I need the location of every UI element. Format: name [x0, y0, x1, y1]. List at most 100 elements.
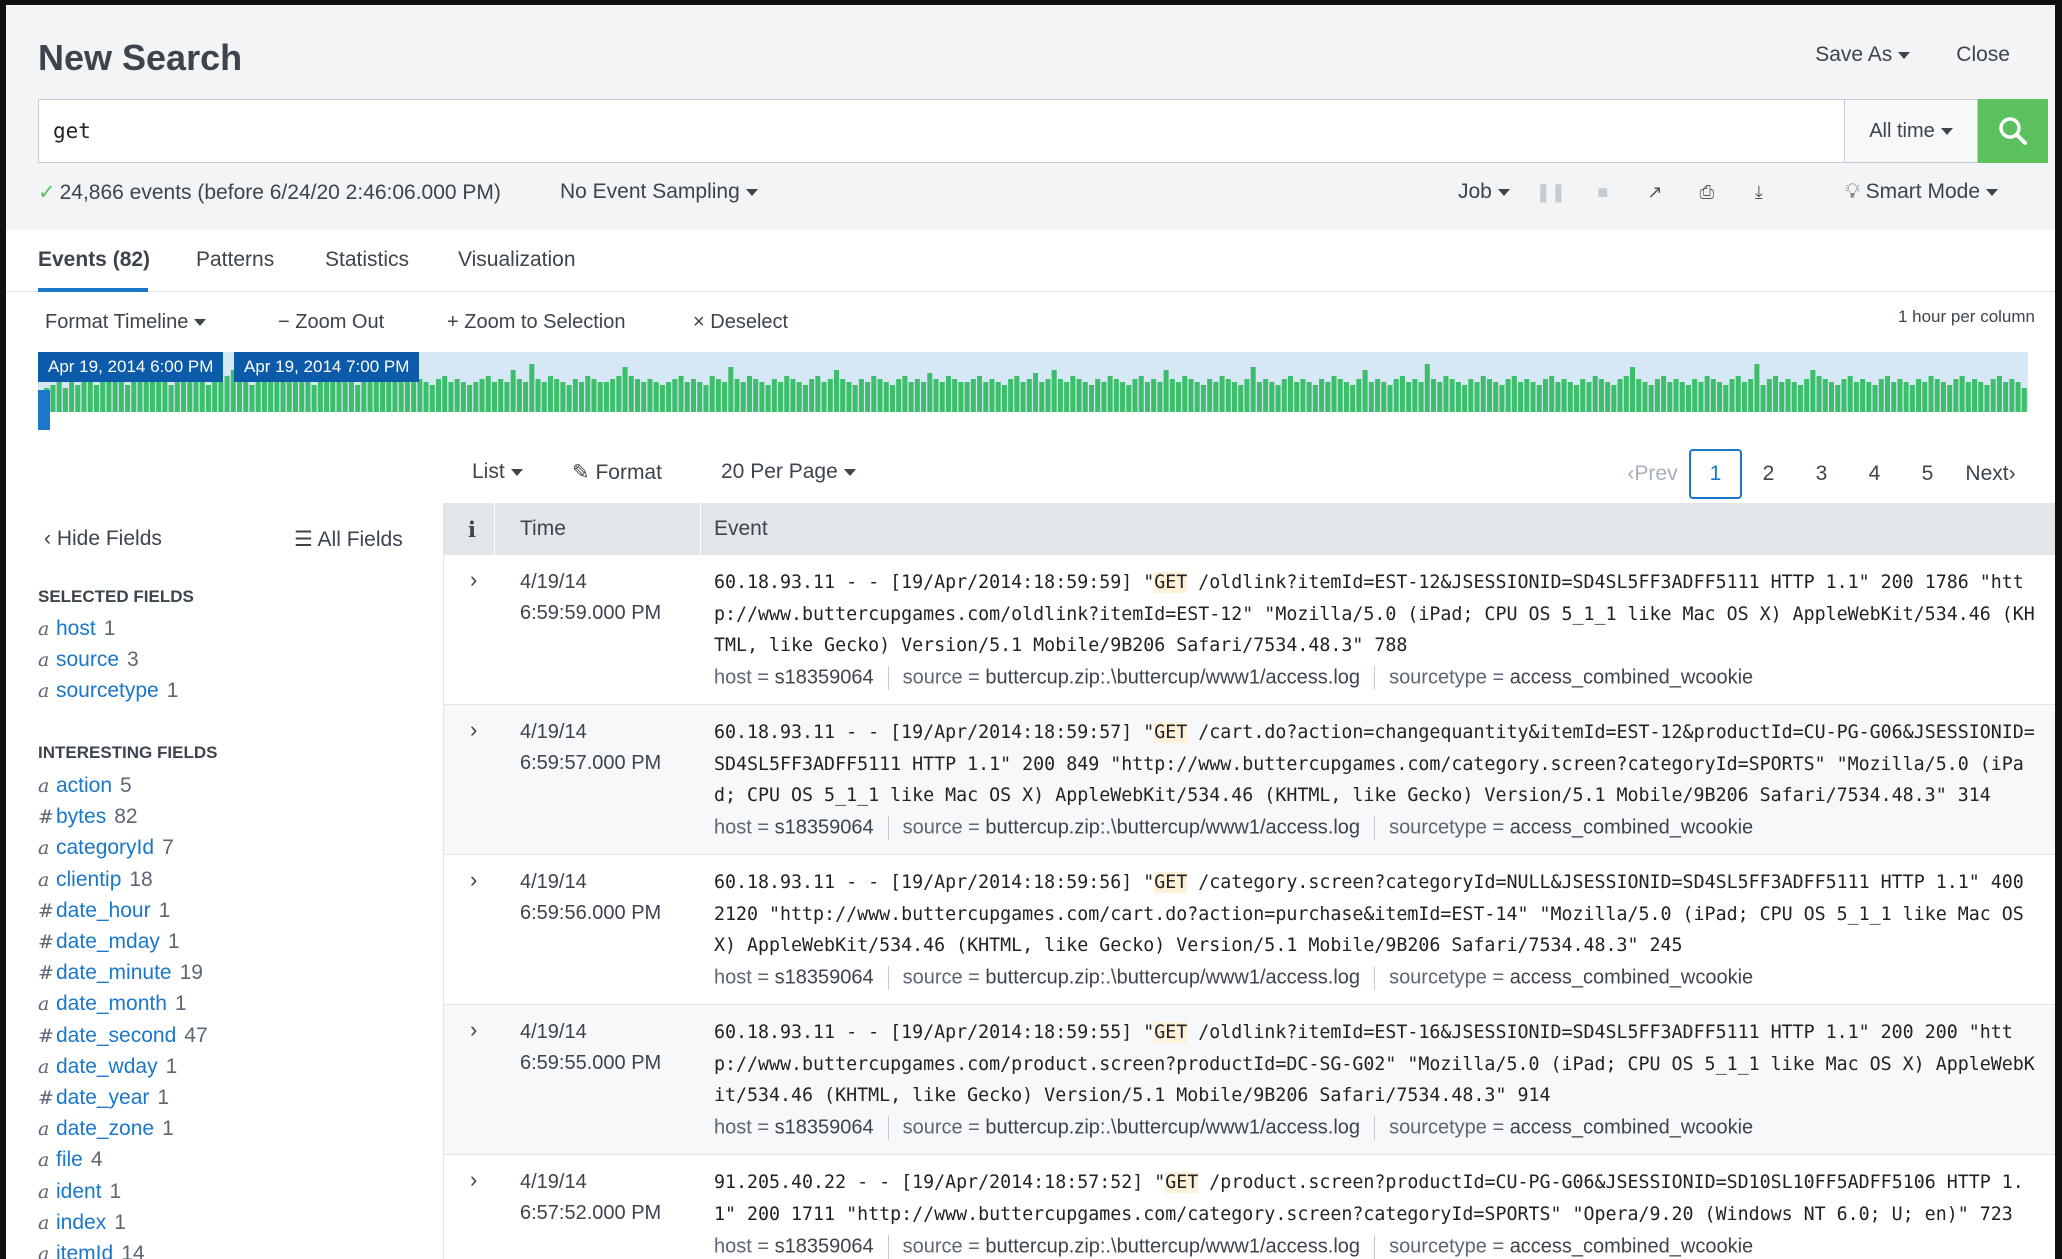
- zoom-out-button[interactable]: − Zoom Out: [278, 311, 384, 334]
- histogram-bar[interactable]: [2009, 379, 2015, 412]
- histogram-bar[interactable]: [1617, 379, 1623, 412]
- histogram-bar[interactable]: [1113, 379, 1119, 412]
- histogram-bar[interactable]: [852, 385, 858, 412]
- histogram-bar[interactable]: [591, 379, 597, 412]
- sourcetype-value[interactable]: access_combined_wcookie: [1510, 1116, 1753, 1138]
- histogram-bar[interactable]: [560, 382, 566, 412]
- histogram-bar[interactable]: [1207, 379, 1213, 412]
- histogram-bar[interactable]: [243, 382, 249, 412]
- histogram-bar[interactable]: [846, 382, 852, 412]
- source-value[interactable]: buttercup.zip:.\buttercup/www1/access.lo…: [985, 1116, 1360, 1138]
- histogram-bar[interactable]: [1325, 382, 1331, 412]
- histogram-bar[interactable]: [1437, 382, 1443, 412]
- histogram-bar[interactable]: [1673, 379, 1679, 412]
- histogram-bar[interactable]: [1592, 376, 1598, 412]
- search-term-highlight[interactable]: GET: [1154, 572, 1188, 593]
- histogram-bar[interactable]: [1785, 379, 1791, 412]
- sourcetype-value[interactable]: access_combined_wcookie: [1510, 966, 1753, 988]
- print-icon[interactable]: ⎙: [1696, 181, 1718, 203]
- histogram-bar[interactable]: [523, 382, 529, 412]
- histogram-bar[interactable]: [647, 379, 653, 412]
- histogram-bar[interactable]: [1356, 379, 1362, 412]
- histogram-bar[interactable]: [411, 382, 417, 412]
- tab-events[interactable]: Events (82): [38, 248, 150, 272]
- histogram-bar[interactable]: [1182, 376, 1188, 412]
- host-value[interactable]: s18359064: [775, 1116, 874, 1138]
- histogram-bar[interactable]: [1014, 376, 1020, 412]
- histogram-bar[interactable]: [1499, 385, 1505, 412]
- histogram-bar[interactable]: [1263, 379, 1269, 412]
- tab-statistics[interactable]: Statistics: [325, 248, 409, 272]
- histogram-bar[interactable]: [1008, 379, 1014, 412]
- stop-icon[interactable]: ■: [1592, 181, 1614, 203]
- histogram-bar[interactable]: [641, 382, 647, 412]
- histogram-bar[interactable]: [1107, 376, 1113, 412]
- histogram-bar[interactable]: [547, 376, 553, 412]
- histogram-bar[interactable]: [1200, 385, 1206, 412]
- histogram-bar[interactable]: [628, 376, 634, 412]
- histogram-bar[interactable]: [168, 385, 174, 412]
- histogram-bar[interactable]: [989, 379, 995, 412]
- tab-patterns[interactable]: Patterns: [196, 248, 274, 272]
- histogram-bar[interactable]: [1959, 376, 1965, 412]
- histogram-bar[interactable]: [865, 382, 871, 412]
- histogram-bar[interactable]: [1455, 382, 1461, 412]
- timeline-histogram[interactable]: Apr 19, 2014 6:00 PM Apr 19, 2014 7:00 P…: [38, 352, 2028, 430]
- histogram-bar[interactable]: [498, 379, 504, 412]
- histogram-bar[interactable]: [635, 379, 641, 412]
- histogram-bar[interactable]: [1990, 379, 1996, 412]
- histogram-bar[interactable]: [933, 379, 939, 412]
- histogram-bar[interactable]: [983, 382, 989, 412]
- histogram-bar[interactable]: [1822, 379, 1828, 412]
- histogram-bar[interactable]: [1996, 376, 2002, 412]
- histogram-bar[interactable]: [479, 379, 485, 412]
- field-date-minute[interactable]: #date_minute 19: [38, 961, 203, 985]
- host-value[interactable]: s18359064: [775, 1235, 874, 1257]
- histogram-bar[interactable]: [1698, 382, 1704, 412]
- histogram-bar[interactable]: [809, 379, 815, 412]
- histogram-bar[interactable]: [877, 379, 883, 412]
- histogram-bar[interactable]: [1225, 379, 1231, 412]
- pause-icon[interactable]: ❚❚: [1536, 181, 1566, 203]
- histogram-bar[interactable]: [442, 376, 448, 412]
- histogram-bar[interactable]: [566, 385, 572, 412]
- histogram-bar[interactable]: [1095, 379, 1101, 412]
- field-host[interactable]: a host 1: [38, 617, 115, 641]
- histogram-bar[interactable]: [678, 376, 684, 412]
- histogram-bar[interactable]: [311, 385, 317, 412]
- histogram-bar[interactable]: [1126, 385, 1132, 412]
- histogram-bar[interactable]: [1754, 364, 1760, 412]
- histogram-bar[interactable]: [834, 370, 840, 412]
- histogram-bar[interactable]: [1860, 379, 1866, 412]
- histogram-bar[interactable]: [199, 382, 205, 412]
- host-value[interactable]: s18359064: [775, 666, 874, 688]
- histogram-bar[interactable]: [1866, 382, 1872, 412]
- field-date-hour[interactable]: #date_hour 1: [38, 899, 170, 923]
- histogram-bar[interactable]: [205, 385, 211, 412]
- histogram-bar[interactable]: [317, 379, 323, 412]
- histogram-bar[interactable]: [1835, 385, 1841, 412]
- histogram-bar[interactable]: [1847, 376, 1853, 412]
- histogram-bar[interactable]: [1393, 379, 1399, 412]
- histogram-bar[interactable]: [181, 382, 187, 412]
- histogram-bar[interactable]: [1418, 382, 1424, 412]
- histogram-bar[interactable]: [970, 379, 976, 412]
- histogram-bar[interactable]: [429, 385, 435, 412]
- histogram-bar[interactable]: [1144, 382, 1150, 412]
- histogram-bar[interactable]: [1244, 379, 1250, 412]
- histogram-bar[interactable]: [1138, 376, 1144, 412]
- histogram-bar[interactable]: [1685, 385, 1691, 412]
- histogram-bar[interactable]: [423, 382, 429, 412]
- histogram-bar[interactable]: [75, 385, 81, 412]
- timeline-selection-handle[interactable]: [38, 390, 50, 430]
- histogram-bar[interactable]: [703, 385, 709, 412]
- histogram-bar[interactable]: [143, 382, 149, 412]
- histogram-bar[interactable]: [1176, 382, 1182, 412]
- histogram-bar[interactable]: [255, 379, 261, 412]
- histogram-bar[interactable]: [292, 379, 298, 412]
- histogram-bar[interactable]: [1088, 385, 1094, 412]
- histogram-bar[interactable]: [1350, 385, 1356, 412]
- field-ident[interactable]: a ident 1: [38, 1180, 121, 1204]
- histogram-bar[interactable]: [1064, 382, 1070, 412]
- histogram-bar[interactable]: [504, 382, 510, 412]
